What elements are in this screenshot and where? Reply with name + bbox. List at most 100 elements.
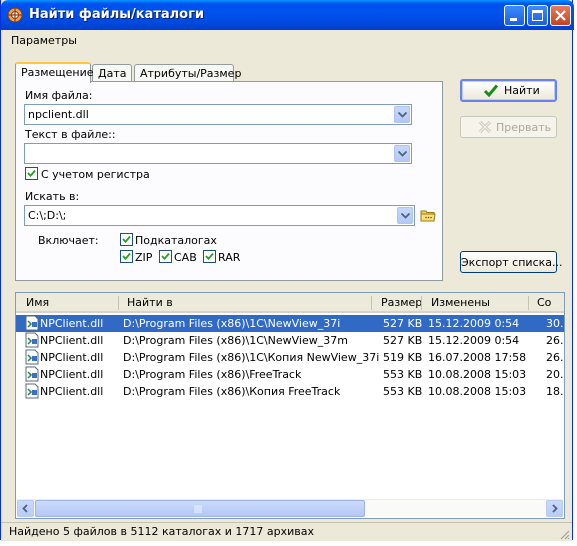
tab-location[interactable]: Размещение xyxy=(15,62,94,83)
browse-folder-icon[interactable] xyxy=(420,208,436,222)
cell-modified: 15.12.2009 0:54 xyxy=(428,317,520,330)
status-text: Найдено 5 файлов в 5112 каталогах и 1717… xyxy=(9,525,315,538)
dll-file-icon xyxy=(25,383,39,399)
column-header-size[interactable]: Размер xyxy=(381,296,422,309)
export-list-button[interactable]: Экспорт списка... xyxy=(460,251,563,273)
dll-file-icon xyxy=(25,349,39,365)
cell-path: D:\Program Files (x86)\1C\NewView_37i xyxy=(123,317,341,330)
horizontal-scrollbar[interactable] xyxy=(17,499,563,517)
close-button[interactable] xyxy=(550,5,571,26)
cell-modified: 10.08.2008 15:03 xyxy=(428,368,527,381)
tab-label: Дата xyxy=(98,67,127,80)
column-header-modified[interactable]: Изменены xyxy=(431,296,490,309)
cell-extra: 26. xyxy=(546,334,564,347)
chevron-down-icon xyxy=(401,213,410,219)
cab-label: CAB xyxy=(174,251,197,264)
check-icon xyxy=(122,252,131,261)
stop-button-label: Прервать xyxy=(496,121,552,134)
cell-name: NPClient.dll xyxy=(40,334,104,347)
column-header-name[interactable]: Имя xyxy=(26,296,49,309)
column-header-extra[interactable]: Со xyxy=(537,296,551,309)
results-list[interactable]: Имя Найти в Размер Изменены Со NPClient.… xyxy=(15,292,565,519)
search-in-label: Искать в: xyxy=(25,190,80,203)
filename-label: Имя файла: xyxy=(25,89,93,102)
column-header-path[interactable]: Найти в xyxy=(127,296,173,309)
grip-icon xyxy=(194,505,202,513)
check-icon xyxy=(161,252,170,261)
dll-file-icon xyxy=(25,315,39,331)
maximize-icon xyxy=(532,10,543,21)
table-row[interactable]: NPClient.dll D:\Program Files (x86)\Free… xyxy=(16,366,564,383)
table-row[interactable]: NPClient.dll D:\Program Files (x86)\1C\К… xyxy=(16,349,564,366)
dll-file-icon xyxy=(25,366,39,382)
window-title: Найти файлы/каталоги xyxy=(29,7,204,22)
filename-combo[interactable]: npclient.dll xyxy=(24,104,412,125)
case-sensitive-label: С учетом регистра xyxy=(41,168,150,181)
scroll-left-button[interactable] xyxy=(17,500,34,517)
text-dropdown-button[interactable] xyxy=(394,145,410,162)
cell-modified: 16.07.2008 17:58 xyxy=(428,351,527,364)
cell-name: NPClient.dll xyxy=(40,368,104,381)
rar-label: RAR xyxy=(218,251,241,264)
minimize-icon xyxy=(510,18,517,21)
column-divider[interactable] xyxy=(421,296,422,310)
table-row[interactable]: NPClient.dll D:\Program Files (x86)\1C\N… xyxy=(16,332,564,349)
cab-checkbox[interactable] xyxy=(159,250,172,263)
column-divider[interactable] xyxy=(118,296,119,310)
cell-modified: 15.12.2009 0:54 xyxy=(428,334,520,347)
tab-date[interactable]: Дата xyxy=(92,64,132,82)
chevron-right-icon xyxy=(552,504,558,513)
stop-button[interactable]: Прервать xyxy=(460,116,557,138)
find-button-label: Найти xyxy=(504,84,540,97)
location-panel: Имя файла: npclient.dll Текст в файле:: … xyxy=(15,81,443,281)
app-icon xyxy=(7,7,23,23)
cell-size: 519 KB xyxy=(383,351,423,364)
cell-name: NPClient.dll xyxy=(40,317,104,330)
cell-extra: 26. xyxy=(546,351,564,364)
chevron-down-icon xyxy=(398,151,407,157)
zip-checkbox[interactable] xyxy=(120,250,133,263)
subdirs-label: Подкаталогах xyxy=(135,234,217,247)
find-button[interactable]: Найти xyxy=(460,79,557,102)
checkmark-icon xyxy=(484,84,498,97)
rar-checkbox[interactable] xyxy=(203,250,216,263)
search-in-combo[interactable]: C:\;D:\; xyxy=(24,205,415,226)
case-sensitive-checkbox[interactable] xyxy=(25,167,38,180)
cell-name: NPClient.dll xyxy=(40,385,104,398)
column-divider[interactable] xyxy=(528,296,529,310)
menu-bar: Параметры xyxy=(1,30,572,52)
check-icon xyxy=(27,169,36,178)
close-icon xyxy=(555,10,566,21)
cell-size: 527 KB xyxy=(383,334,423,347)
search-in-value: C:\;D:\; xyxy=(28,209,67,222)
zip-label: ZIP xyxy=(135,251,153,264)
check-icon xyxy=(205,252,214,261)
check-icon xyxy=(122,235,131,244)
table-row[interactable]: NPClient.dll D:\Program Files (x86)\Копи… xyxy=(16,383,564,400)
export-button-label: Экспорт списка... xyxy=(461,256,563,269)
cell-size: 553 KB xyxy=(383,385,423,398)
minimize-button[interactable] xyxy=(504,5,525,26)
filename-dropdown-button[interactable] xyxy=(394,106,410,123)
scroll-right-button[interactable] xyxy=(546,500,563,517)
search-in-dropdown-button[interactable] xyxy=(397,207,413,224)
menu-parameters[interactable]: Параметры xyxy=(11,34,77,47)
text-in-file-combo[interactable] xyxy=(24,143,412,164)
title-bar[interactable]: Найти файлы/каталоги xyxy=(1,0,574,30)
cell-name: NPClient.dll xyxy=(40,351,104,364)
column-divider[interactable] xyxy=(371,296,372,310)
status-bar: Найдено 5 файлов в 5112 каталогах и 1717… xyxy=(1,522,572,541)
table-row[interactable]: NPClient.dll D:\Program Files (x86)\1C\N… xyxy=(16,315,564,332)
resize-grip-icon[interactable] xyxy=(558,528,570,540)
scroll-thumb[interactable] xyxy=(35,500,365,517)
chevron-down-icon xyxy=(398,112,407,118)
cell-modified: 10.08.2008 15:03 xyxy=(428,385,527,398)
filename-value: npclient.dll xyxy=(28,108,89,121)
maximize-button[interactable] xyxy=(527,5,548,26)
cell-extra: 18. xyxy=(546,385,564,398)
cell-path: D:\Program Files (x86)\FreeTrack xyxy=(123,368,302,381)
tab-attributes-size[interactable]: Атрибуты/Размер xyxy=(134,64,241,82)
subdirs-checkbox[interactable] xyxy=(120,233,133,246)
cell-size: 527 KB xyxy=(383,317,423,330)
cell-path: D:\Program Files (x86)\1C\NewView_37m xyxy=(123,334,348,347)
